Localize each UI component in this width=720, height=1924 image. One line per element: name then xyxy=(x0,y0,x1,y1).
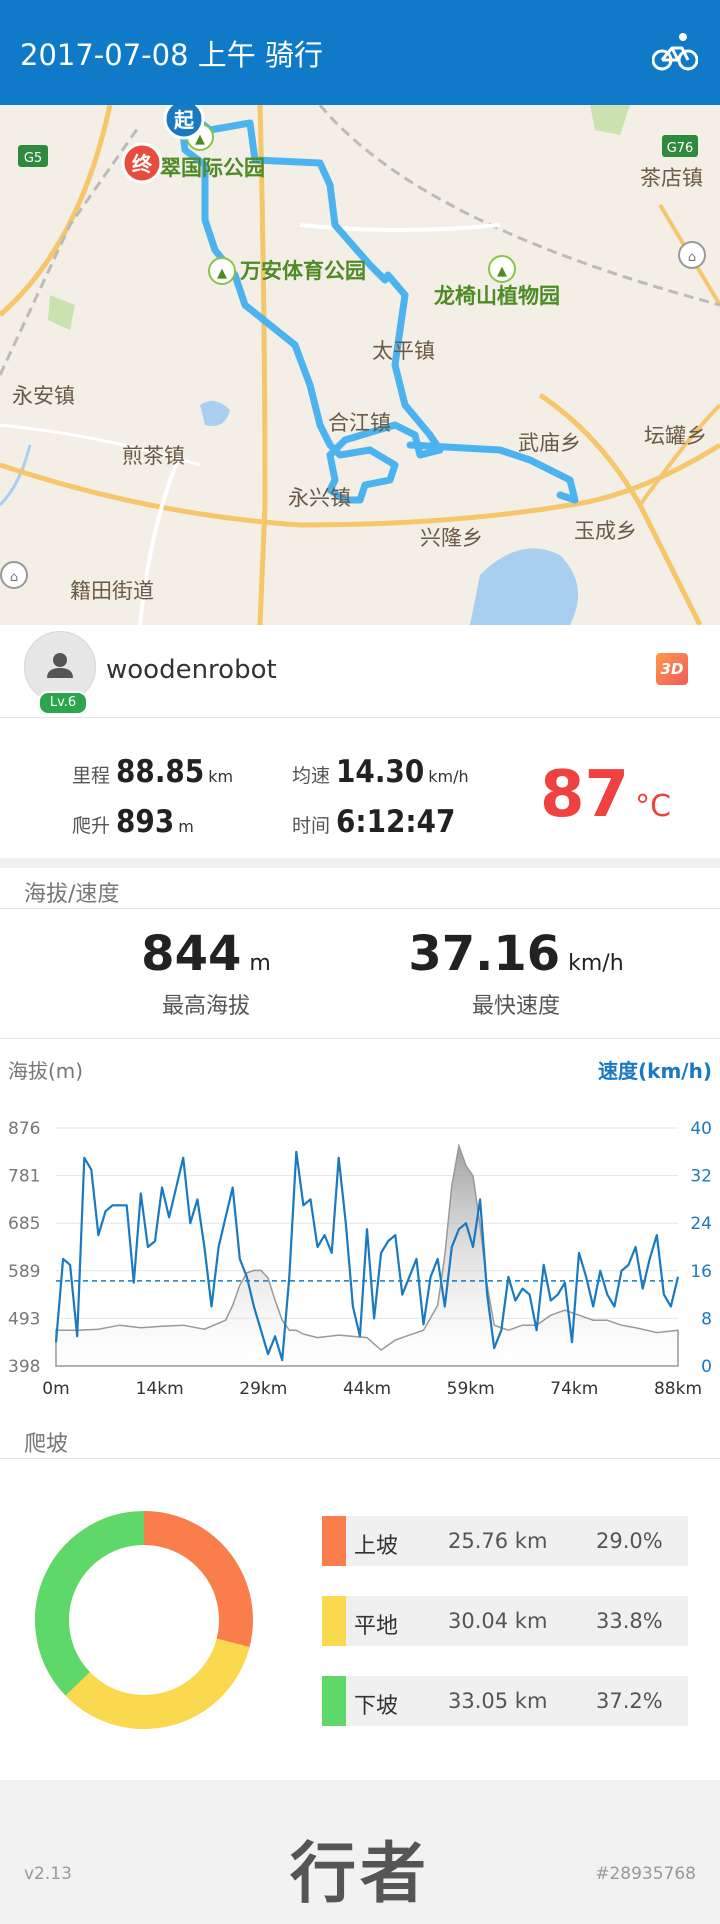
y-right-tick: 40 xyxy=(690,1119,712,1139)
map-label: 籍田街道 xyxy=(70,579,154,603)
y-right-tick: 24 xyxy=(690,1214,712,1234)
map-label: 茶店镇 xyxy=(640,166,703,190)
level-badge: Lv.6 xyxy=(38,691,88,715)
y-right-tick: 16 xyxy=(690,1262,712,1282)
x-tick: 0m xyxy=(42,1379,69,1399)
y-right-tick: 8 xyxy=(701,1309,712,1329)
legend-row-flat: 平地 30.04 km 33.8% xyxy=(322,1596,688,1646)
map-label: 玉成乡 xyxy=(574,519,637,543)
svg-text:⌂: ⌂ xyxy=(10,570,18,585)
bicycle-icon[interactable] xyxy=(652,30,698,72)
end-marker-icon: 终 xyxy=(121,142,163,184)
altitude-speed-chart[interactable]: 海拔(m) 速度(km/h) 876 40 781 32 685 24 589 16 493 8 398… xyxy=(0,1040,720,1410)
route-map[interactable]: G5 G76 ▲ ▲ ▲ ⌂ ⌂ 翠国际公园 万安体育公园 龙椅山植物园 茶店镇… xyxy=(0,105,720,625)
g5-shield-icon: G5 xyxy=(18,145,48,167)
svg-text:终: 终 xyxy=(132,152,153,176)
map-label: 煎茶镇 xyxy=(122,444,185,468)
map-label: 坛罐乡 xyxy=(644,424,707,448)
map-label: 翠国际公园 xyxy=(160,156,265,180)
svg-text:▲: ▲ xyxy=(497,264,507,279)
climb-donut-chart xyxy=(35,1511,253,1729)
x-tick: 29km xyxy=(239,1379,287,1399)
y-left-tick: 781 xyxy=(8,1167,40,1187)
map-label: 合江镇 xyxy=(328,411,391,435)
svg-text:起: 起 xyxy=(173,108,195,132)
max-speed-stat: 37.16 km/h 最快速度 xyxy=(408,926,624,1019)
user-row: Lv.6 woodenrobot 3D xyxy=(0,625,720,718)
svg-text:G76: G76 xyxy=(667,141,694,156)
landmark-pin-icon: ⌂ xyxy=(0,561,28,589)
app-header: 2017-07-08 上午 骑行 xyxy=(0,0,720,105)
3d-view-button[interactable]: 3D xyxy=(656,653,688,685)
map-label: 武庙乡 xyxy=(518,431,581,455)
divider xyxy=(0,858,720,868)
legend-swatch xyxy=(322,1676,346,1726)
map-label: 兴隆乡 xyxy=(420,526,483,550)
legend-row-uphill: 上坡 25.76 km 29.0% xyxy=(322,1516,688,1566)
map-label: 龙椅山植物园 xyxy=(434,284,560,308)
stat-avg-speed: 均速 14.30 km/h xyxy=(292,754,469,790)
x-tick: 74km xyxy=(550,1379,598,1399)
legend-row-downhill: 下坡 33.05 km 37.2% xyxy=(322,1676,688,1726)
temperature-value: 87 °C xyxy=(540,758,672,832)
downhill-segment xyxy=(35,1511,145,1696)
y-right-tick: 0 xyxy=(701,1357,712,1377)
legend-swatch xyxy=(322,1516,346,1566)
svg-text:G5: G5 xyxy=(24,151,42,166)
uphill-segment xyxy=(143,1511,253,1648)
start-marker-icon: 起 xyxy=(163,105,205,140)
park-pin-icon: ▲ xyxy=(488,255,516,283)
left-axis-label: 海拔(m) xyxy=(8,1059,83,1083)
map-label: 永兴镇 xyxy=(288,486,351,510)
record-id: #28935768 xyxy=(595,1864,696,1884)
x-tick: 88km xyxy=(654,1379,702,1399)
map-label: 太平镇 xyxy=(372,339,435,363)
map-label: 万安体育公园 xyxy=(239,259,366,283)
y-left-tick: 493 xyxy=(8,1309,40,1329)
flat-segment xyxy=(65,1638,250,1729)
x-tick: 14km xyxy=(136,1379,184,1399)
g76-shield-icon: G76 xyxy=(662,135,698,157)
divider xyxy=(0,1038,720,1039)
max-altitude-stat: 844 m 最高海拔 xyxy=(141,926,271,1019)
landmark-pin-icon: ⌂ xyxy=(678,241,706,269)
y-left-tick: 876 xyxy=(8,1119,40,1139)
y-left-tick: 685 xyxy=(8,1214,40,1234)
map-label: 永安镇 xyxy=(12,384,75,408)
right-axis-label: 速度(km/h) xyxy=(598,1059,712,1083)
park-pin-icon: ▲ xyxy=(208,257,236,285)
altitude-area xyxy=(55,1142,679,1367)
y-left-tick: 398 xyxy=(8,1357,40,1377)
divider xyxy=(0,1458,720,1459)
y-right-tick: 32 xyxy=(690,1167,712,1187)
x-tick: 44km xyxy=(343,1379,391,1399)
stat-climb: 爬升 893 m xyxy=(72,804,194,840)
svg-text:⌂: ⌂ xyxy=(688,250,696,265)
footer: v2.13 行者 #28935768 xyxy=(0,1780,720,1924)
y-left-tick: 589 xyxy=(8,1262,40,1282)
section-title-climb: 爬坡 xyxy=(24,1432,69,1457)
x-tick: 59km xyxy=(447,1379,495,1399)
summary-stats: 里程 88.85 km 均速 14.30 km/h 爬升 893 m 时间 6:12:47 8… xyxy=(0,718,720,858)
stat-time: 时间 6:12:47 xyxy=(292,804,456,840)
stat-distance: 里程 88.85 km xyxy=(72,754,234,790)
username[interactable]: woodenrobot xyxy=(106,655,277,685)
legend-swatch xyxy=(322,1596,346,1646)
activity-title: 2017-07-08 上午 骑行 xyxy=(20,38,323,72)
section-title-altitude-speed: 海拔/速度 xyxy=(24,882,120,907)
map-canvas: G5 G76 ▲ ▲ ▲ ⌂ ⌂ 翠国际公园 万安体育公园 龙椅山植物园 茶店镇… xyxy=(0,105,720,625)
divider xyxy=(0,908,720,909)
svg-text:▲: ▲ xyxy=(217,266,227,281)
